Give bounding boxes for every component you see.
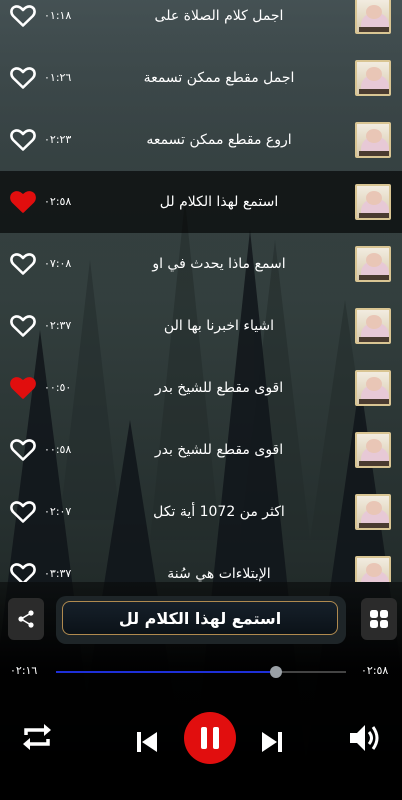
track-duration: ٠٢:٢٣ (44, 133, 72, 146)
track-row[interactable]: ٠٠:٥٠ اقوى مقطع للشيخ بدر (0, 357, 402, 419)
track-thumbnail (355, 60, 391, 96)
track-row[interactable]: ٠٢:٢٣ اروع مقطع ممكن تسمعه (0, 109, 402, 171)
elapsed-time: ٠٢:١٦ (10, 664, 38, 677)
track-row[interactable]: ٠٢:٣٧ اشياء اخبرنا بها الن (0, 295, 402, 357)
track-title: اقوى مقطع للشيخ بدر (154, 442, 284, 458)
track-row[interactable]: ٠٧:٠٨ اسمع ماذا يحدث في او (0, 233, 402, 295)
track-title: استمع لهذا الكلام لل (159, 194, 279, 210)
track-title: اروع مقطع ممكن تسمعه (146, 132, 292, 148)
track-thumbnail (355, 370, 391, 406)
track-row[interactable]: ٠٣:٣٧ الإبتلاءات هي سُنة (0, 543, 402, 582)
pause-button[interactable] (184, 712, 236, 764)
heart-icon (10, 5, 36, 27)
track-title: اجمل كلام الصلاة على (154, 8, 284, 24)
favorite-button[interactable] (10, 190, 36, 214)
heart-icon (10, 67, 36, 89)
pause-icon (201, 727, 219, 749)
track-duration: ٠١:١٨ (44, 9, 72, 22)
now-playing-card[interactable]: استمع لهذا الكلام لل (56, 596, 346, 644)
heart-icon (10, 501, 36, 523)
seek-bar[interactable] (56, 666, 346, 678)
seek-progress (56, 671, 277, 673)
favorite-button[interactable] (10, 66, 36, 90)
favorite-button[interactable] (10, 376, 36, 400)
track-duration: ٠٢:٠٧ (44, 505, 72, 518)
heart-icon (10, 129, 36, 151)
track-duration: ٠٣:٣٧ (44, 567, 72, 580)
now-playing-frame: استمع لهذا الكلام لل (62, 601, 338, 635)
track-title: اقوى مقطع للشيخ بدر (154, 380, 284, 396)
heart-icon (10, 377, 36, 399)
now-playing-title: استمع لهذا الكلام لل (118, 609, 282, 628)
track-thumbnail (355, 0, 391, 34)
heart-icon (10, 191, 36, 213)
favorite-button[interactable] (10, 562, 36, 582)
favorite-button[interactable] (10, 438, 36, 462)
track-title: الإبتلاءات هي سُنة (167, 566, 271, 582)
skip-previous-icon[interactable] (134, 729, 160, 755)
favorite-button[interactable] (10, 314, 36, 338)
track-row[interactable]: ٠٢:٥٨ استمع لهذا الكلام لل (0, 171, 402, 233)
favorite-button[interactable] (10, 4, 36, 28)
grid-menu-button[interactable] (361, 598, 397, 640)
track-title: اكثر من 1072 أية تكل (153, 504, 285, 520)
track-thumbnail (355, 556, 391, 582)
track-list[interactable]: ٠١:١٨ اجمل كلام الصلاة على ٠١:٢٦ اجمل مقطع … (0, 0, 402, 582)
track-title: اجمل مقطع ممكن تسمعة (143, 70, 295, 86)
track-row[interactable]: ٠٢:٠٧ اكثر من 1072 أية تكل (0, 481, 402, 543)
heart-icon (10, 315, 36, 337)
track-thumbnail (355, 246, 391, 282)
track-duration: ٠٠:٥٨ (44, 443, 72, 456)
track-title: اسمع ماذا يحدث في او (152, 256, 286, 272)
grid-icon (370, 610, 388, 628)
track-thumbnail (355, 308, 391, 344)
track-row[interactable]: ٠١:١٨ اجمل كلام الصلاة على (0, 0, 402, 47)
favorite-button[interactable] (10, 128, 36, 152)
track-thumbnail (355, 494, 391, 530)
volume-icon[interactable] (348, 722, 382, 754)
share-button[interactable] (8, 598, 44, 640)
track-duration: ٠٠:٥٠ (44, 381, 72, 394)
share-icon (18, 610, 34, 628)
heart-icon (10, 563, 36, 582)
favorite-button[interactable] (10, 252, 36, 276)
favorite-button[interactable] (10, 500, 36, 524)
repeat-icon[interactable] (20, 720, 54, 754)
track-thumbnail (355, 432, 391, 468)
track-duration: ٠٢:٥٨ (44, 195, 72, 208)
track-title: اشياء اخبرنا بها الن (163, 318, 275, 334)
track-thumbnail (355, 184, 391, 220)
track-row[interactable]: ٠١:٢٦ اجمل مقطع ممكن تسمعة (0, 47, 402, 109)
track-duration: ٠٢:٣٧ (44, 319, 72, 332)
heart-icon (10, 253, 36, 275)
heart-icon (10, 439, 36, 461)
track-duration: ٠٧:٠٨ (44, 257, 72, 270)
total-time: ٠٢:٥٨ (361, 664, 389, 677)
skip-next-icon[interactable] (259, 729, 285, 755)
track-row[interactable]: ٠٠:٥٨ اقوى مقطع للشيخ بدر (0, 419, 402, 481)
track-duration: ٠١:٢٦ (44, 71, 72, 84)
track-thumbnail (355, 122, 391, 158)
